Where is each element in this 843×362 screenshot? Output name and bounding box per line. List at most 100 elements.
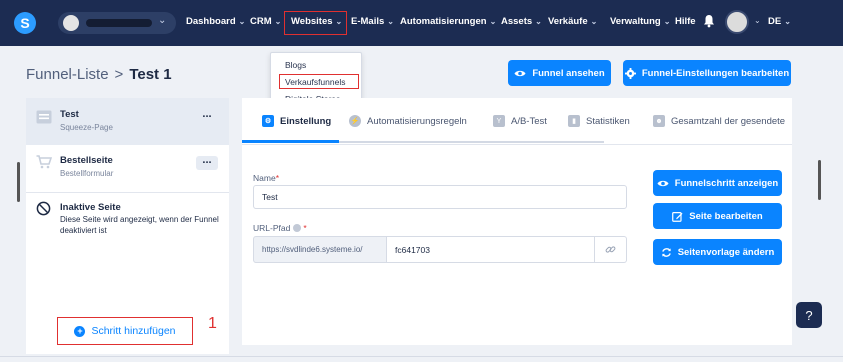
dropdown-item-blogs[interactable]: Blogs	[285, 60, 306, 70]
edit-icon	[672, 211, 683, 222]
split-test-icon: Y	[493, 115, 505, 127]
tab-label: Einstellung	[280, 115, 332, 127]
bar-chart-icon: ▮	[568, 115, 580, 127]
language-switcher[interactable]: DE ⌄	[768, 16, 791, 27]
step-subtitle: Squeeze-Page	[60, 123, 113, 132]
nav-verkaeufe[interactable]: Verkäufe ⌄	[548, 16, 597, 27]
active-tab-indicator	[242, 140, 339, 143]
left-scrollbar[interactable]	[17, 162, 20, 202]
show-step-button[interactable]: Funnelschritt anzeigen	[653, 170, 782, 196]
automation-icon: ⚡	[349, 115, 361, 127]
language-label: DE	[768, 16, 782, 27]
link-icon	[605, 246, 616, 253]
nav-emails[interactable]: E-Mails ⌄	[351, 16, 394, 27]
breadcrumb: Funnel-Liste > Test 1	[26, 66, 172, 83]
url-label-text: URL-Pfad	[253, 223, 291, 233]
nav-assets[interactable]: Assets ⌄	[501, 16, 542, 27]
funnel-settings-label: Funnel-Einstellungen bearbeiten	[641, 67, 790, 79]
step-menu-button[interactable]: ...	[196, 109, 218, 124]
edit-page-label: Seite bearbeiten	[689, 210, 763, 222]
add-step-button[interactable]: + Schritt hinzufügen	[57, 317, 193, 345]
tab-scrollbar[interactable]	[339, 141, 604, 143]
nav-crm[interactable]: CRM ⌄	[250, 16, 281, 27]
chevron-down-icon: ⌄	[489, 17, 497, 26]
nav-verwaltung-label: Verwaltung	[610, 16, 661, 27]
gear-icon	[624, 67, 636, 79]
view-funnel-label: Funnel ansehen	[532, 67, 605, 79]
step-item-bestellseite[interactable]: Bestellseite Bestellformular ...	[26, 146, 229, 191]
step-title: Bestellseite	[60, 155, 113, 166]
chevron-down-icon[interactable]: ⌄	[754, 16, 761, 25]
chevron-down-icon: ⌄	[274, 17, 282, 26]
nav-automatisierungen[interactable]: Automatisierungen ⌄	[400, 16, 496, 27]
funnel-steps-panel: Test Squeeze-Page ... Bestellseite Beste…	[26, 98, 229, 354]
bell-icon[interactable]	[703, 14, 715, 28]
breadcrumb-funnel-list[interactable]: Funnel-Liste	[26, 66, 109, 83]
tab-automatisierungsregeln[interactable]: ⚡ Automatisierungsregeln	[349, 115, 467, 127]
copy-link-button[interactable]	[595, 236, 627, 263]
nav-crm-label: CRM	[250, 16, 272, 27]
nav-dashboard[interactable]: Dashboard ⌄	[186, 16, 245, 27]
chevron-down-icon: ⌄	[535, 17, 542, 26]
squeeze-page-icon	[36, 110, 52, 124]
systeme-logo[interactable]: S	[14, 12, 36, 34]
nav-verwaltung[interactable]: Verwaltung ⌄	[610, 16, 670, 27]
change-template-button[interactable]: Seitenvorlage ändern	[653, 239, 782, 265]
eye-icon	[514, 70, 526, 76]
show-step-label: Funnelschritt anzeigen	[674, 177, 779, 189]
chevron-down-icon: ⌄	[238, 17, 246, 26]
tab-label: Gesamtzahl der gesendete	[671, 115, 786, 127]
view-funnel-button[interactable]: Funnel ansehen	[508, 60, 611, 86]
websites-highlight-box	[284, 11, 347, 35]
inactive-page-description: Diese Seite wird angezeigt, wenn der Fun…	[60, 215, 219, 235]
chevron-down-icon: ⌄	[663, 17, 671, 26]
required-mark: *	[303, 223, 307, 233]
step-item-test[interactable]: Test Squeeze-Page ...	[26, 98, 229, 145]
account-name-redacted	[86, 19, 152, 27]
chevron-down-icon: ⌄	[387, 17, 394, 26]
refresh-icon	[661, 247, 671, 257]
inactive-page-title: Inaktive Seite	[60, 202, 121, 213]
help-button[interactable]: ?	[796, 302, 822, 328]
tab-label: Statistiken	[586, 115, 630, 127]
divider	[242, 144, 792, 145]
nav-emails-label: E-Mails	[351, 16, 385, 27]
chevron-down-icon: ⌄	[784, 17, 791, 26]
step-subtitle: Bestellformular	[60, 169, 114, 178]
nav-hilfe[interactable]: Hilfe	[675, 16, 696, 27]
user-avatar[interactable]	[725, 10, 749, 34]
right-scrollbar[interactable]	[818, 160, 821, 200]
tab-einstellung[interactable]: ⚙ Einstellung	[262, 115, 331, 127]
name-field-label: Name*	[253, 173, 279, 183]
url-path-input[interactable]: fc641703	[387, 236, 595, 263]
tab-gesamtzahl[interactable]: ☻ Gesamtzahl der gesendete	[653, 115, 785, 127]
tab-statistiken[interactable]: ▮ Statistiken	[568, 115, 630, 127]
account-switcher[interactable]: ⌄	[58, 12, 176, 34]
help-icon[interactable]	[293, 224, 302, 232]
url-prefix: https://svdlinde6.systeme.io/	[253, 236, 387, 263]
change-template-label: Seitenvorlage ändern	[677, 246, 775, 258]
disabled-circle-icon	[36, 201, 51, 216]
page-title: Test 1	[129, 66, 172, 83]
required-mark: *	[275, 173, 279, 183]
plus-circle-icon: +	[74, 325, 86, 337]
nav-assets-label: Assets	[501, 16, 533, 27]
contacts-icon: ☻	[653, 115, 665, 127]
funnel-settings-button[interactable]: Funnel-Einstellungen bearbeiten	[623, 60, 791, 86]
eye-icon	[657, 180, 669, 186]
nav-hilfe-label: Hilfe	[675, 16, 696, 27]
step-item-inactive[interactable]: Inaktive Seite Diese Seite wird angezeig…	[26, 193, 229, 253]
step-menu-button[interactable]: ...	[196, 155, 218, 170]
settings-tab-icon: ⚙	[262, 115, 274, 127]
edit-page-button[interactable]: Seite bearbeiten	[653, 203, 782, 229]
annotation-number: 1	[208, 315, 217, 332]
url-field-label: URL-Pfad *	[253, 223, 307, 233]
nav-dashboard-label: Dashboard	[186, 16, 236, 27]
tab-label: A/B-Test	[511, 115, 547, 127]
chevron-down-icon: ⌄	[590, 17, 598, 26]
top-navbar: S ⌄ Dashboard ⌄ CRM ⌄ Websites ⌄ E-Mails ⌄ A…	[0, 0, 843, 46]
step-title: Test	[60, 109, 79, 120]
tab-ab-test[interactable]: Y A/B-Test	[493, 115, 547, 127]
nav-automatisierungen-label: Automatisierungen	[400, 16, 487, 27]
name-input[interactable]: Test	[253, 185, 627, 209]
